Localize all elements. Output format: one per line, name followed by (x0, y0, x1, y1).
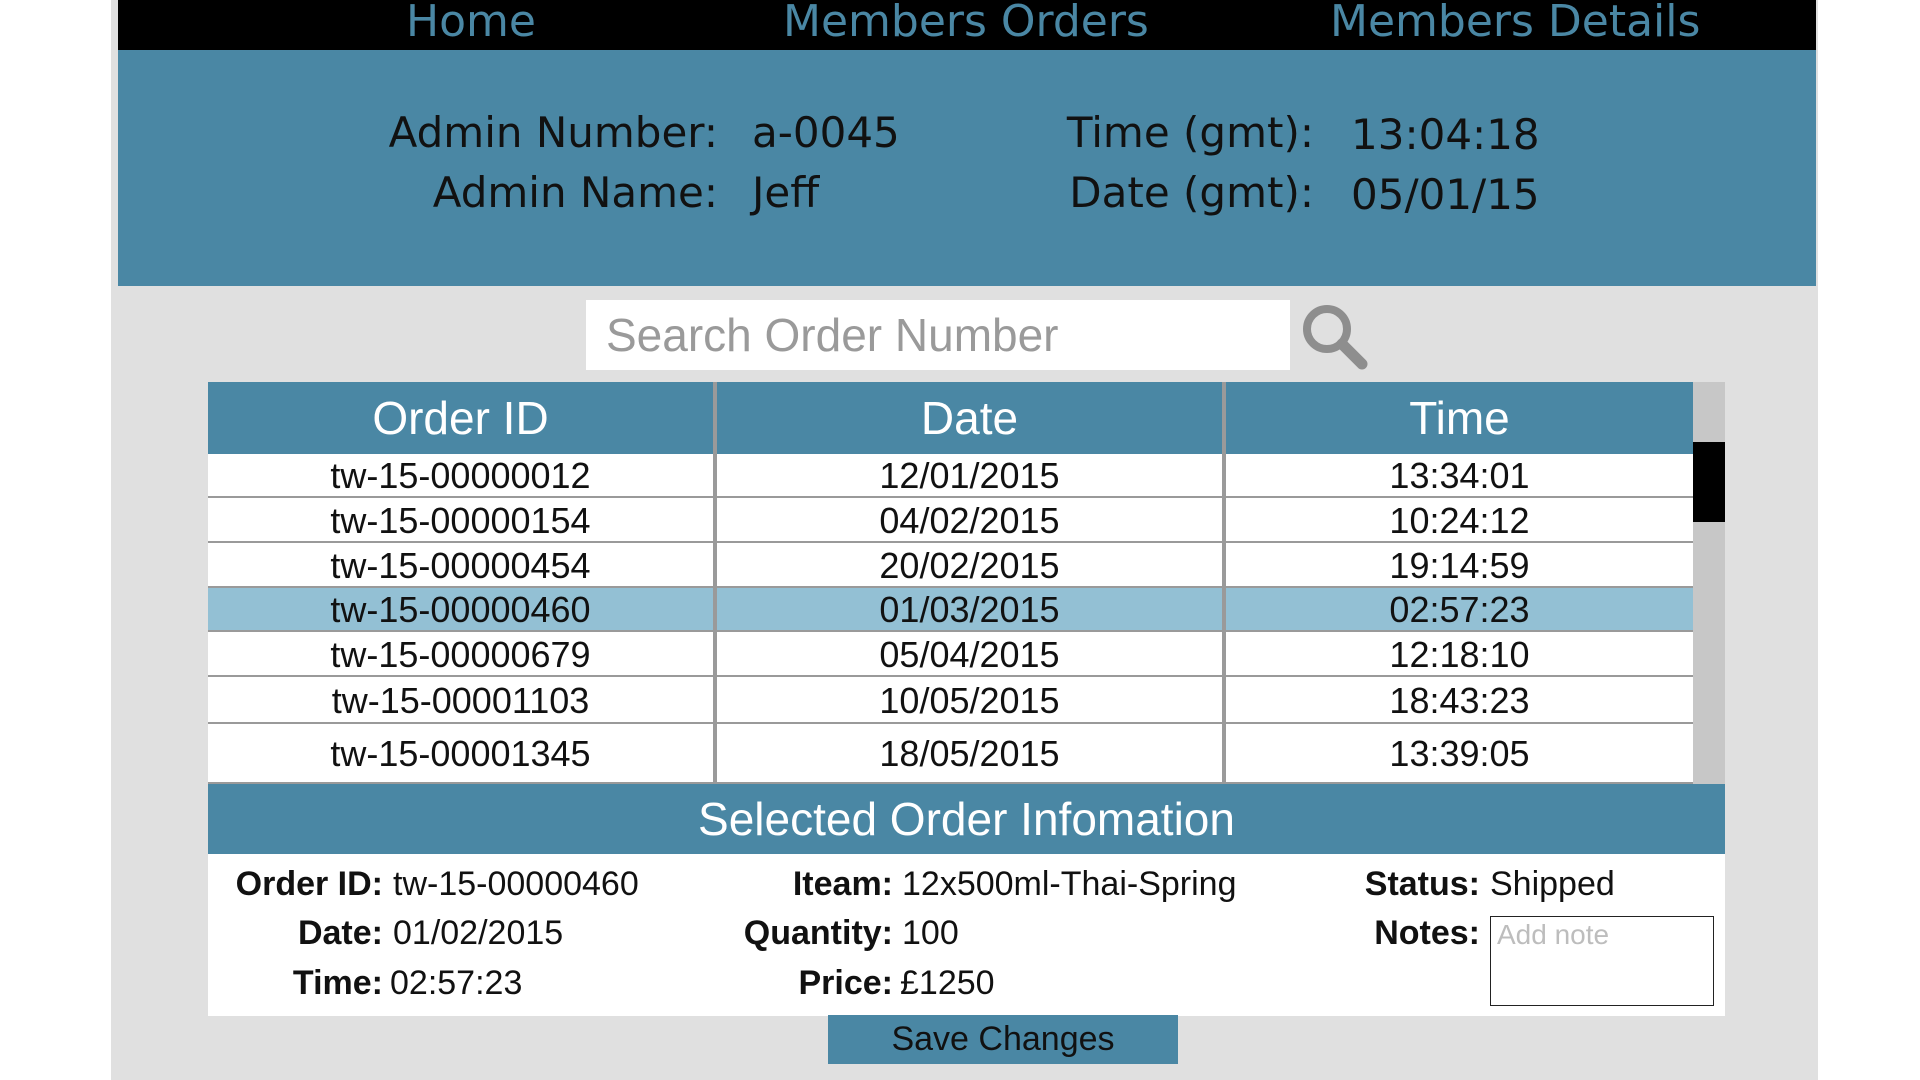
cell-time: 13:39:05 (1389, 733, 1530, 774)
orders-table-body: tw-15-00000012 12/01/2015 13:34:01 tw-15-00… (208, 454, 1693, 784)
cell-date: 10/05/2015 (879, 680, 1060, 721)
status-label: Status: (1364, 865, 1480, 903)
cell-date: 18/05/2015 (879, 733, 1060, 774)
table-row[interactable]: tw-15-00000460 01/03/2015 02:57:23 (208, 588, 1693, 632)
column-header-time[interactable]: Time (1226, 382, 1693, 454)
admin-info-bar: Admin Number: a-0045 Admin Name: Jeff Ti… (118, 50, 1816, 286)
cell-date: 01/03/2015 (879, 589, 1060, 630)
cell-time: 19:14:59 (1389, 545, 1530, 586)
nav-members-orders[interactable]: Members Orders (783, 0, 1149, 50)
search-order-input[interactable] (586, 300, 1290, 370)
table-row[interactable]: tw-15-00000012 12/01/2015 13:34:01 (208, 454, 1693, 498)
notes-label: Notes: (1374, 914, 1480, 952)
scrollbar-thumb[interactable] (1693, 442, 1725, 522)
column-header-order-id[interactable]: Order ID (208, 382, 713, 454)
time-gmt-value: 13:04:18 (1351, 110, 1540, 159)
cell-order-id: tw-15-00000454 (330, 545, 591, 586)
search-icon[interactable] (1296, 298, 1372, 374)
orders-table-header: Order ID Date Time (208, 382, 1693, 454)
admin-name-label: Admin Name: (432, 168, 718, 217)
date-gmt-value: 05/01/15 (1351, 170, 1540, 219)
quantity-value: 100 (902, 914, 959, 952)
cell-order-id: tw-15-00000460 (330, 589, 591, 630)
cell-date: 04/02/2015 (879, 500, 1060, 541)
cell-time: 18:43:23 (1389, 680, 1530, 721)
item-label: Iteam: (792, 865, 893, 903)
table-row[interactable]: tw-15-00001103 10/05/2015 18:43:23 (208, 677, 1693, 724)
table-row[interactable]: tw-15-00000679 05/04/2015 12:18:10 (208, 632, 1693, 677)
date-gmt-label: Date (gmt): (1069, 168, 1314, 217)
cell-date: 20/02/2015 (879, 545, 1060, 586)
price-value: £1250 (900, 964, 995, 1002)
cell-time: 02:57:23 (1389, 589, 1530, 630)
table-row[interactable]: tw-15-00001345 18/05/2015 13:39:05 (208, 724, 1693, 784)
cell-date: 12/01/2015 (879, 455, 1060, 496)
cell-order-id: tw-15-00000679 (330, 634, 591, 675)
status-value: Shipped (1490, 865, 1615, 903)
order-date-value: 01/02/2015 (393, 914, 564, 952)
column-divider (1222, 382, 1226, 784)
nav-home[interactable]: Home (406, 0, 536, 50)
cell-date: 05/04/2015 (879, 634, 1060, 675)
table-row[interactable]: tw-15-00000454 20/02/2015 19:14:59 (208, 543, 1693, 588)
column-divider (713, 382, 717, 784)
save-changes-button[interactable]: Save Changes (828, 1015, 1178, 1064)
price-label: Price: (798, 964, 894, 1002)
column-header-date[interactable]: Date (717, 382, 1222, 454)
order-id-value: tw-15-00000460 (393, 865, 639, 903)
order-id-label: Order ID: (235, 865, 383, 903)
cell-order-id: tw-15-00001345 (330, 733, 591, 774)
table-row[interactable]: tw-15-00000154 04/02/2015 10:24:12 (208, 498, 1693, 543)
cell-time: 10:24:12 (1389, 500, 1530, 541)
admin-number-label: Admin Number: (388, 108, 718, 157)
cell-order-id: tw-15-00000012 (330, 455, 591, 496)
quantity-label: Quantity: (743, 914, 893, 952)
time-gmt-label: Time (gmt): (1066, 108, 1314, 157)
orders-table: Order ID Date Time tw-15-00000012 12/01/2… (208, 382, 1725, 784)
order-time-label: Time: (292, 964, 383, 1002)
nav-members-details[interactable]: Members Details (1330, 0, 1700, 50)
cell-order-id: tw-15-00000154 (330, 500, 591, 541)
cell-time: 12:18:10 (1389, 634, 1530, 675)
admin-name-value: Jeff (752, 168, 820, 217)
order-time-value: 02:57:23 (390, 964, 523, 1002)
item-value: 12x500ml-Thai-Spring (902, 865, 1237, 903)
top-navigation: Home Members Orders Members Details (118, 0, 1816, 50)
selected-order-title: Selected Order Infomation (208, 784, 1725, 854)
admin-number-value: a-0045 (752, 108, 900, 157)
cell-order-id: tw-15-00001103 (331, 680, 590, 721)
cell-time: 13:34:01 (1389, 455, 1530, 496)
order-date-label: Date: (297, 914, 383, 952)
notes-field[interactable] (1490, 916, 1714, 1006)
